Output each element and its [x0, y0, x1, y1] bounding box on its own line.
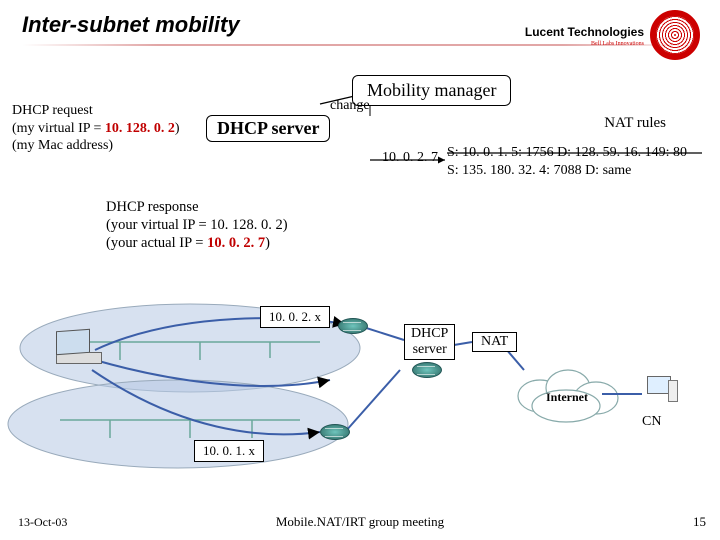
lucent-ring-icon	[650, 10, 700, 60]
cn-label: CN	[642, 414, 661, 430]
router-icon	[320, 424, 350, 440]
nat-rules-label: NAT rules	[604, 115, 666, 132]
change-label: change	[330, 98, 370, 114]
dhcp-response-text: DHCP response (your virtual IP = 10. 128…	[106, 198, 288, 252]
footer-date: 13-Oct-03	[18, 515, 67, 530]
dhcp-req-l1: DHCP request	[12, 102, 180, 120]
footer-page: 15	[693, 514, 706, 530]
actual-ip-label: 10. 0. 2. 7	[382, 150, 438, 166]
router-icon	[338, 318, 368, 334]
dhcp-req-l2: (my virtual IP = 10. 128. 0. 2)	[12, 120, 180, 138]
subnet-1-label: 10. 0. 2. x	[260, 306, 330, 328]
nat-rule-lines: S: 10. 0. 1. 5: 1756 D: 128. 59. 16. 149…	[447, 144, 687, 179]
dhcp-resp-l1: DHCP response	[106, 198, 288, 216]
logo: Lucent Technologies Bell Labs Innovation…	[525, 10, 700, 60]
nat-line-2: S: 135. 180. 32. 4: 7088 D: same	[447, 162, 687, 180]
cn-computer-icon	[644, 376, 674, 406]
logo-text: Lucent Technologies	[525, 25, 644, 39]
logo-sub: Bell Labs Innovations	[525, 41, 644, 47]
nat-line-1: S: 10. 0. 1. 5: 1756 D: 128. 59. 16. 149…	[447, 144, 687, 162]
dhcp-server-box: DHCP server	[206, 115, 330, 142]
mobility-manager-box: Mobility manager	[352, 75, 511, 106]
subnet-2-label: 10. 0. 1. x	[194, 440, 264, 462]
nat-node: NAT	[472, 332, 517, 352]
dhcp-resp-l3: (your actual IP = 10. 0. 2. 7)	[106, 234, 288, 252]
dhcp-server-node: DHCPserver	[404, 324, 455, 360]
dhcp-request-text: DHCP request (my virtual IP = 10. 128. 0…	[12, 102, 180, 155]
internet-label: Internet	[546, 390, 588, 405]
router-icon	[412, 362, 442, 378]
dhcp-resp-l2: (your virtual IP = 10. 128. 0. 2)	[106, 216, 288, 234]
footer-center: Mobile.NAT/IRT group meeting	[276, 514, 444, 530]
dhcp-req-l3: (my Mac address)	[12, 137, 180, 155]
mobile-node-icon	[56, 330, 106, 362]
